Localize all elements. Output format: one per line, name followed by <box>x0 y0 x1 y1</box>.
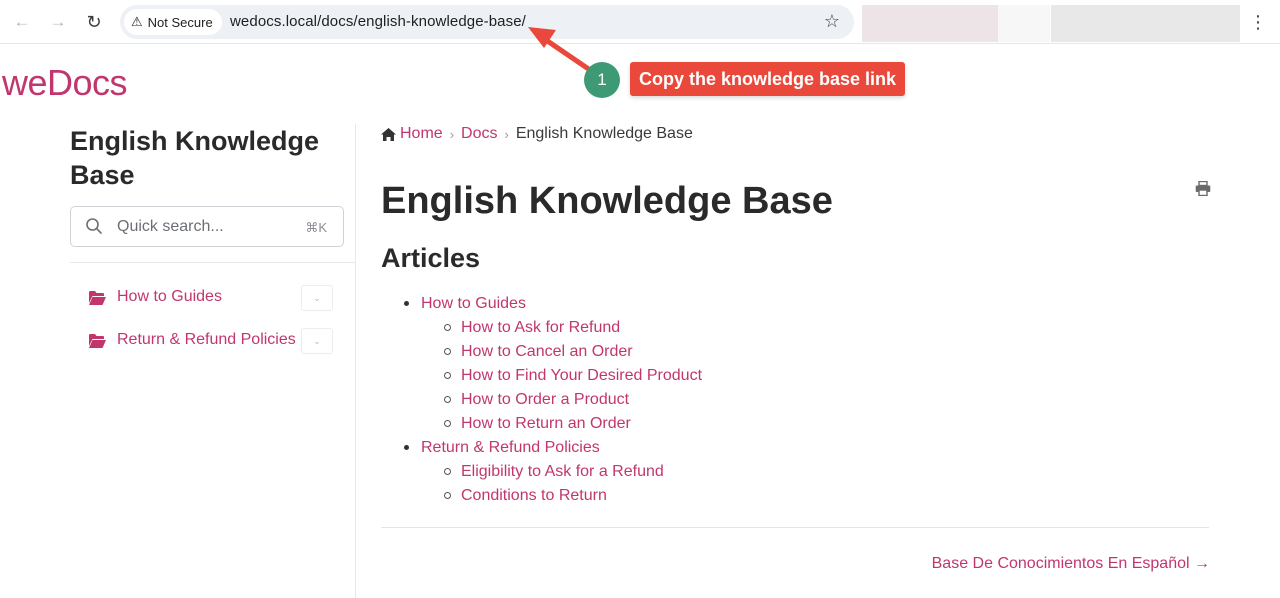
address-bar[interactable]: ⚠ Not Secure wedocs.local/docs/english-k… <box>120 5 854 39</box>
blurred-profile-area <box>1051 5 1240 42</box>
content-divider <box>381 527 1209 528</box>
browser-menu-button[interactable]: ⋮ <box>1249 10 1267 34</box>
articles-heading: Articles <box>381 243 481 273</box>
list-item: Return & Refund Policies <box>401 436 702 460</box>
kebab-menu-icon: ⋮ <box>1249 11 1267 32</box>
home-icon <box>381 127 396 141</box>
list-item: Conditions to Return <box>401 484 702 508</box>
browser-toolbar: ← → ↻ ⚠ Not Secure wedocs.local/docs/eng… <box>0 0 1280 44</box>
search-placeholder: Quick search... <box>117 218 224 235</box>
list-item: How to Order a Product <box>401 388 702 412</box>
folder-open-icon <box>89 291 106 305</box>
list-item: How to Find Your Desired Product <box>401 364 702 388</box>
site-logo[interactable]: weDocs <box>2 62 128 104</box>
list-item: How to Guides <box>401 292 702 316</box>
articles-tree: How to Guides How to Ask for Refund How … <box>401 292 702 508</box>
list-item: How to Return an Order <box>401 412 702 436</box>
breadcrumb-current: English Knowledge Base <box>515 125 693 142</box>
sidebar-item-return-refund-policies[interactable]: Return & Refund Policies ⌄ <box>89 328 334 356</box>
list-item: How to Ask for Refund <box>401 316 702 340</box>
chevron-down-icon[interactable]: ⌄ <box>301 285 333 311</box>
reload-button[interactable]: ↻ <box>81 9 107 35</box>
chevron-right-icon: › <box>449 126 455 142</box>
breadcrumb: Home › Docs › English Knowledge Base <box>381 125 693 143</box>
article-link[interactable]: Eligibility to Ask for a Refund <box>461 463 664 480</box>
arrow-right-icon: → <box>49 12 67 31</box>
sidebar-item-how-to-guides[interactable]: How to Guides ⌄ <box>89 285 334 313</box>
arrow-left-icon: ← <box>13 12 31 31</box>
sidebar-item-label[interactable]: How to Guides <box>117 288 222 306</box>
blurred-extension-area <box>862 5 998 42</box>
sidebar-separator <box>70 262 356 263</box>
sidebar-item-label[interactable]: Return & Refund Policies <box>117 331 296 349</box>
folder-open-icon <box>89 334 106 348</box>
blurred-extension-area-2 <box>998 5 1050 42</box>
chevron-right-icon: › <box>504 126 509 142</box>
breadcrumb-home-link[interactable]: Home <box>400 125 443 143</box>
warning-triangle-icon: ⚠ <box>131 14 143 29</box>
article-link[interactable]: How to Ask for Refund <box>461 319 620 336</box>
docs-sidebar: English Knowledge Base Quick search... ⌘… <box>70 124 356 598</box>
sidebar-title: English Knowledge Base <box>70 126 320 190</box>
article-link[interactable]: How to Order a Product <box>461 391 629 408</box>
security-label: Not Secure <box>147 14 213 30</box>
article-link[interactable]: How to Cancel an Order <box>461 343 633 360</box>
forward-button[interactable]: → <box>45 9 71 35</box>
security-chip[interactable]: ⚠ Not Secure <box>124 9 222 35</box>
back-button[interactable]: ← <box>9 9 35 35</box>
section-link-return-refund-policies[interactable]: Return & Refund Policies <box>421 439 600 456</box>
article-link[interactable]: How to Find Your Desired Product <box>461 367 702 384</box>
chevron-down-icon[interactable]: ⌄ <box>301 328 333 354</box>
print-icon[interactable] <box>1195 181 1211 196</box>
next-doc-link[interactable]: Base De Conocimientos En Español → <box>932 555 1210 573</box>
section-link-how-to-guides[interactable]: How to Guides <box>421 295 526 312</box>
breadcrumb-docs-link[interactable]: Docs <box>461 125 497 143</box>
bookmark-star-icon[interactable]: ☆ <box>824 11 840 32</box>
reload-icon: ↻ <box>86 11 102 32</box>
search-shortcut: ⌘K <box>305 220 327 235</box>
list-item: Eligibility to Ask for a Refund <box>401 460 702 484</box>
list-item: How to Cancel an Order <box>401 340 702 364</box>
page-title: English Knowledge Base <box>381 180 833 222</box>
article-link[interactable]: Conditions to Return <box>461 487 607 504</box>
search-icon <box>86 218 102 234</box>
annotation-callout: Copy the knowledge base link <box>630 62 906 96</box>
quick-search-input[interactable]: Quick search... ⌘K <box>70 206 344 247</box>
url-text[interactable]: wedocs.local/docs/english-knowledge-base… <box>230 13 526 30</box>
annotation-step-badge: 1 <box>584 62 620 98</box>
article-link[interactable]: How to Return an Order <box>461 415 631 432</box>
